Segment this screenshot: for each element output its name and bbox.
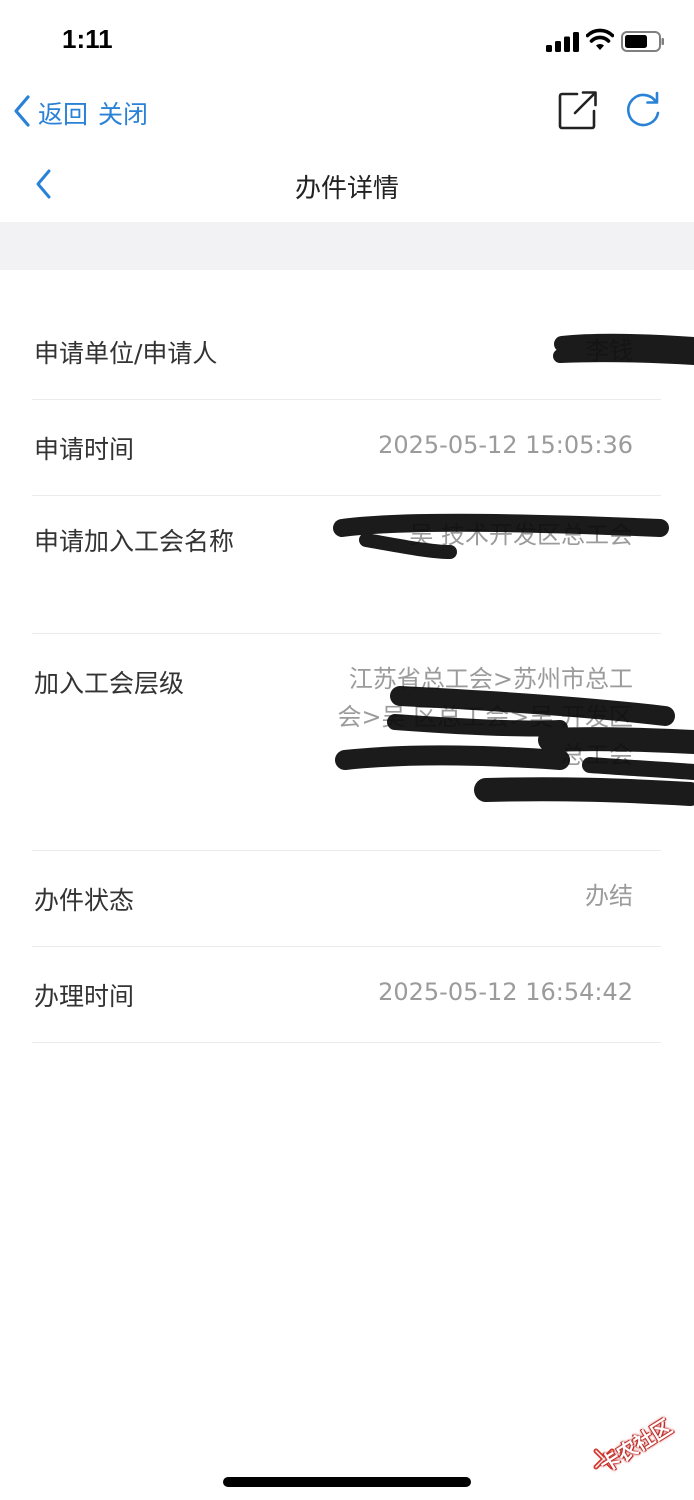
detail-value: 吴 技术开发区总工会: [409, 521, 633, 549]
wifi-icon: [586, 28, 614, 50]
battery-icon: [621, 31, 664, 52]
detail-row-applicant: 申请单位/申请人 李钱: [32, 304, 661, 400]
detail-value: 2025-05-12 15:05:36: [378, 431, 633, 459]
watermark: 卡农社区: [585, 1400, 685, 1490]
detail-value: 2025-05-12 16:54:42: [378, 978, 633, 1006]
status-bar: 1:11: [0, 0, 694, 80]
section-divider: [0, 222, 694, 270]
status-time: 1:11: [62, 24, 113, 54]
chevron-left-icon[interactable]: [12, 94, 32, 128]
detail-label: 申请加入工会名称: [34, 527, 235, 556]
detail-list: 申请单位/申请人 李钱 申请时间 2025-05-12 15:05:36 申请加…: [32, 304, 661, 1043]
detail-label: 申请时间: [34, 435, 135, 464]
page-title: 办件详情: [294, 174, 399, 204]
detail-row-apply-time: 申请时间 2025-05-12 15:05:36: [32, 400, 661, 496]
close-link[interactable]: 关闭: [98, 95, 148, 131]
browser-nav-bar: 返回 关闭: [0, 80, 694, 142]
detail-row-union-name: 申请加入工会名称 吴 技术开发区总工会: [32, 496, 661, 634]
detail-label: 办理时间: [34, 982, 135, 1011]
detail-row-union-level: 加入工会层级 江苏省总工会>苏州市总工会>吴 区总工会>吴 开发区总工会: [32, 634, 661, 851]
back-link[interactable]: 返回: [38, 95, 88, 131]
share-icon[interactable]: [557, 89, 599, 131]
detail-value: 办结: [585, 882, 633, 910]
signal-icon: [546, 32, 579, 52]
detail-value: 江苏省总工会>苏州市总工会>吴 区总工会>吴 开发区总工会: [337, 665, 633, 769]
detail-label: 申请单位/申请人: [34, 339, 218, 368]
refresh-icon[interactable]: [624, 90, 662, 128]
detail-row-status: 办件状态 办结: [32, 851, 661, 947]
home-indicator[interactable]: [223, 1477, 471, 1487]
watermark-text: 卡农社区: [595, 1414, 677, 1478]
detail-label: 加入工会层级: [34, 669, 185, 698]
detail-value: 李钱: [585, 337, 633, 365]
detail-row-process-time: 办理时间 2025-05-12 16:54:42: [32, 947, 661, 1043]
page-header: 办件详情: [0, 148, 694, 222]
detail-label: 办件状态: [34, 886, 135, 915]
